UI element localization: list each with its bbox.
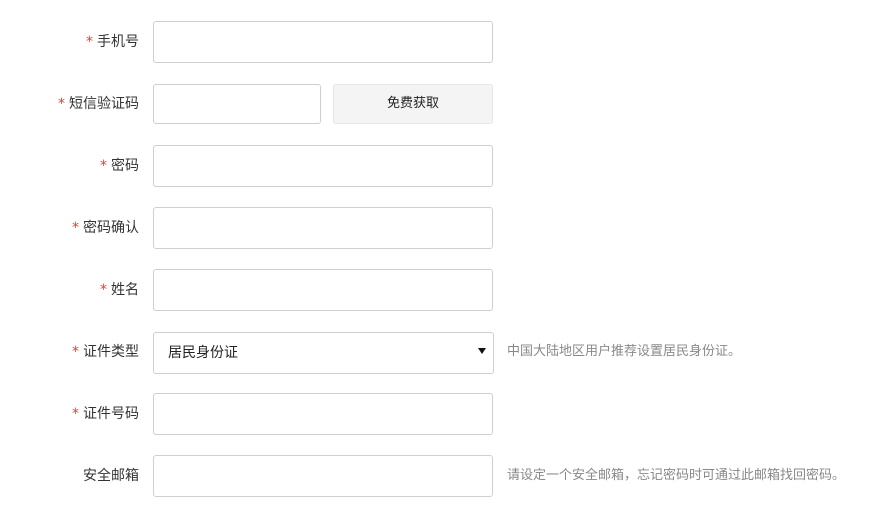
get-code-button[interactable]: 免费获取 xyxy=(333,84,493,124)
phone-label: * 手机号 xyxy=(86,21,139,63)
sms-code-input[interactable] xyxy=(153,84,321,124)
id-type-label: * 证件类型 xyxy=(72,332,139,374)
row-password-confirm: * 密码确认 xyxy=(0,207,877,249)
sms-code-label-text: 短信验证码 xyxy=(69,96,139,112)
name-label-text: 姓名 xyxy=(111,282,139,298)
password-confirm-label-text: 密码确认 xyxy=(83,220,139,236)
required-marker: * xyxy=(58,96,65,112)
id-type-label-text: 证件类型 xyxy=(83,344,139,360)
phone-label-text: 手机号 xyxy=(97,34,139,50)
email-label-text: 安全邮箱 xyxy=(83,468,139,484)
email-hint: 请设定一个安全邮箱，忘记密码时可通过此邮箱找回密码。 xyxy=(507,468,846,483)
chevron-down-icon xyxy=(478,348,486,354)
row-phone: * 手机号 xyxy=(0,21,877,63)
phone-input[interactable] xyxy=(153,21,493,63)
row-sms-code: * 短信验证码 免费获取 xyxy=(0,84,877,126)
password-label-text: 密码 xyxy=(111,158,139,174)
id-type-selected-value: 居民身份证 xyxy=(168,345,238,361)
id-number-input[interactable] xyxy=(153,393,493,435)
required-marker: * xyxy=(72,220,79,236)
email-input[interactable] xyxy=(153,455,493,497)
required-marker: * xyxy=(72,344,79,360)
password-confirm-input[interactable] xyxy=(153,207,493,249)
row-id-type: * 证件类型 居民身份证 中国大陆地区用户推荐设置居民身份证。 xyxy=(0,332,877,374)
required-marker: * xyxy=(100,158,107,174)
password-input[interactable] xyxy=(153,145,493,187)
name-input[interactable] xyxy=(153,269,493,311)
row-id-number: * 证件号码 xyxy=(0,393,877,435)
required-marker: * xyxy=(86,34,93,50)
email-label: 安全邮箱 xyxy=(83,455,139,497)
row-password: * 密码 xyxy=(0,145,877,187)
id-number-label-text: 证件号码 xyxy=(83,406,139,422)
password-label: * 密码 xyxy=(100,145,139,187)
id-number-label: * 证件号码 xyxy=(72,393,139,435)
required-marker: * xyxy=(72,406,79,422)
row-name: * 姓名 xyxy=(0,269,877,311)
password-confirm-label: * 密码确认 xyxy=(72,207,139,249)
registration-form: * 手机号 * 短信验证码 免费获取 * 密码 * 密码确认 * 姓名 * 证件类型 xyxy=(0,0,877,512)
id-type-select[interactable]: 居民身份证 xyxy=(153,332,494,374)
id-type-hint: 中国大陆地区用户推荐设置居民身份证。 xyxy=(507,344,742,359)
row-email: 安全邮箱 请设定一个安全邮箱，忘记密码时可通过此邮箱找回密码。 xyxy=(0,455,877,497)
name-label: * 姓名 xyxy=(100,269,139,311)
sms-code-label: * 短信验证码 xyxy=(58,84,139,124)
required-marker: * xyxy=(100,282,107,298)
